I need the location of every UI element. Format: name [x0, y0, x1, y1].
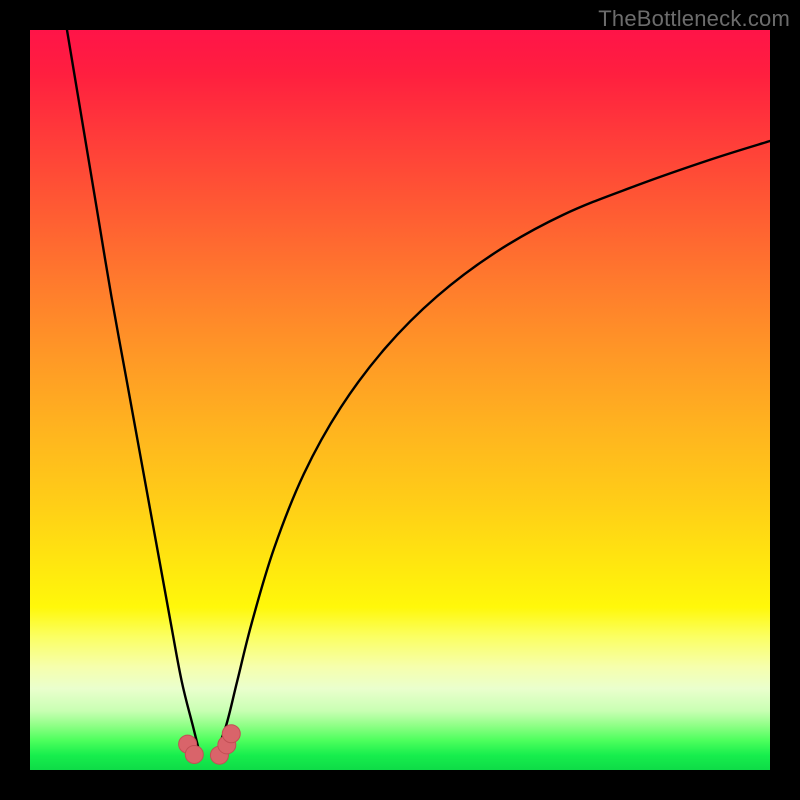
curve-left-arm: [67, 30, 200, 755]
plot-area: [30, 30, 770, 770]
curve-right-arm: [215, 141, 770, 755]
marker-dot: [210, 746, 228, 764]
marker-dot: [179, 735, 197, 753]
marker-dot: [218, 736, 236, 754]
watermark-text: TheBottleneck.com: [598, 6, 790, 32]
marker-dot: [222, 725, 240, 743]
curve-layer: [30, 30, 770, 770]
bottom-marker-cluster: [179, 725, 241, 764]
chart-stage: TheBottleneck.com: [0, 0, 800, 800]
marker-dot: [185, 745, 203, 763]
